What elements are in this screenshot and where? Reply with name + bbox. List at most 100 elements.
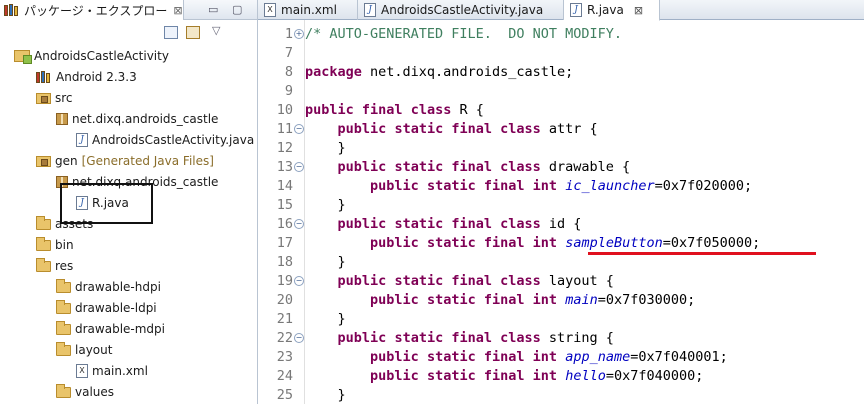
tree-item-label: drawable-mdpi — [75, 322, 165, 336]
collapse-fold-icon[interactable]: − — [294, 333, 304, 343]
xml-file-icon: X — [76, 364, 88, 378]
text-token: drawable { — [540, 159, 631, 175]
tree-item-android-library[interactable]: Android 2.3.3 — [36, 67, 137, 87]
tree-item-src-package[interactable]: net.dixq.androids_castle — [56, 109, 218, 129]
tree-item-activity-java[interactable]: J AndroidsCastleActivity.java — [76, 130, 254, 150]
keyword-token: static — [426, 178, 476, 194]
tree-item-label: bin — [55, 238, 74, 252]
project-icon — [14, 50, 32, 64]
maximize-view-icon[interactable]: ▢ — [232, 3, 242, 16]
highlight-underline — [588, 252, 816, 255]
link-with-editor-icon[interactable] — [186, 26, 200, 39]
code-editor[interactable]: /* AUTO-GENERATED FILE. DO NOT MODIFY. pa… — [305, 20, 864, 404]
code-line: public static final class id { — [305, 215, 582, 234]
tree-item-drawable-ldpi[interactable]: drawable-ldpi — [56, 298, 157, 318]
tree-item-res[interactable]: res — [36, 256, 73, 276]
collapse-all-icon[interactable] — [164, 26, 178, 39]
code-line: } — [305, 196, 346, 215]
tab-main-xml[interactable]: X main.xml — [258, 0, 358, 20]
field-token: ic_launcher — [565, 178, 655, 194]
collapse-fold-icon[interactable]: − — [294, 276, 304, 286]
keyword-token: static — [394, 159, 444, 175]
tab-activity-java[interactable]: J AndroidsCastleActivity.java — [358, 0, 564, 20]
collapse-fold-icon[interactable]: − — [294, 124, 304, 134]
keyword-token: int — [532, 292, 558, 308]
text-token: =0x7f030000; — [597, 292, 696, 308]
java-file-icon: J — [76, 133, 88, 147]
tree-item-drawable-mdpi[interactable]: drawable-mdpi — [56, 319, 165, 339]
text-token: R { — [451, 102, 484, 118]
view-menu-icon[interactable]: ▽ — [212, 24, 222, 37]
tree-item-gen[interactable]: gen [Generated Java Files] — [36, 151, 214, 171]
close-icon[interactable]: ⊠ — [173, 4, 182, 17]
collapse-fold-icon[interactable]: − — [294, 219, 304, 229]
tree-item-src[interactable]: src — [36, 88, 73, 108]
tree-item-layout[interactable]: layout — [56, 340, 112, 360]
tree-item-label: drawable-hdpi — [75, 280, 161, 294]
line-number: 19 — [276, 273, 293, 289]
package-explorer-tab[interactable]: パッケージ・エクスプロー ⊠ — [0, 0, 184, 20]
keyword-token: final — [483, 178, 525, 194]
expand-fold-icon[interactable]: + — [294, 29, 304, 39]
tree-item-values[interactable]: values — [56, 382, 114, 402]
line-number: 15 — [276, 197, 293, 213]
line-number: 10 — [276, 102, 293, 118]
text-token: =0x7f020000; — [654, 178, 753, 194]
text-token: } — [305, 197, 346, 213]
tree-item-label: values — [75, 385, 115, 399]
xml-file-icon: X — [264, 3, 276, 17]
line-number: 24 — [276, 368, 293, 384]
source-folder-icon — [36, 92, 51, 104]
tree-item-decoration: [Generated Java Files] — [81, 154, 214, 168]
line-number: 23 — [276, 349, 293, 365]
keyword-token: final — [483, 368, 525, 384]
code-line: public static final int main=0x7f030000; — [305, 291, 695, 310]
text-token: =0x7f050000; — [662, 235, 761, 251]
java-file-icon: J — [570, 3, 582, 17]
keyword-token: int — [532, 349, 558, 365]
text-token: } — [305, 254, 346, 270]
tree-item-drawable-hdpi[interactable]: drawable-hdpi — [56, 277, 161, 297]
text-token: =0x7f040001; — [630, 349, 728, 365]
collapse-fold-icon[interactable]: − — [294, 162, 304, 172]
comment-token: /* AUTO-GENERATED FILE. DO NOT MODIFY. — [305, 26, 622, 42]
close-icon[interactable]: ⊠ — [634, 4, 643, 17]
line-number-gutter: 1 +7 8 9 10 11−12 13−14 15 16−17 18 19−20 21 22−23 24… — [258, 20, 305, 404]
keyword-token: static — [394, 273, 444, 289]
minimize-view-icon[interactable]: ▭ — [208, 3, 218, 16]
keyword-token: final — [451, 121, 492, 137]
folder-icon — [56, 320, 71, 335]
line-number: 12 — [276, 140, 293, 156]
tree-item-main-xml[interactable]: X main.xml — [76, 361, 148, 381]
tab-r-java[interactable]: J R.java ⊠ — [564, 0, 660, 21]
folder-icon — [56, 341, 71, 356]
tree-item-project[interactable]: AndroidsCastleActivity — [14, 46, 169, 66]
keyword-token: static — [394, 216, 444, 232]
tree-item-bin[interactable]: bin — [36, 235, 74, 255]
source-folder-icon — [36, 155, 51, 167]
keyword-token: class — [500, 330, 541, 346]
keyword-token: static — [426, 235, 476, 251]
line-number: 1 — [284, 26, 293, 42]
text-token: id { — [540, 216, 582, 232]
line-number: 13 — [276, 159, 293, 175]
keyword-token: public — [337, 216, 387, 232]
